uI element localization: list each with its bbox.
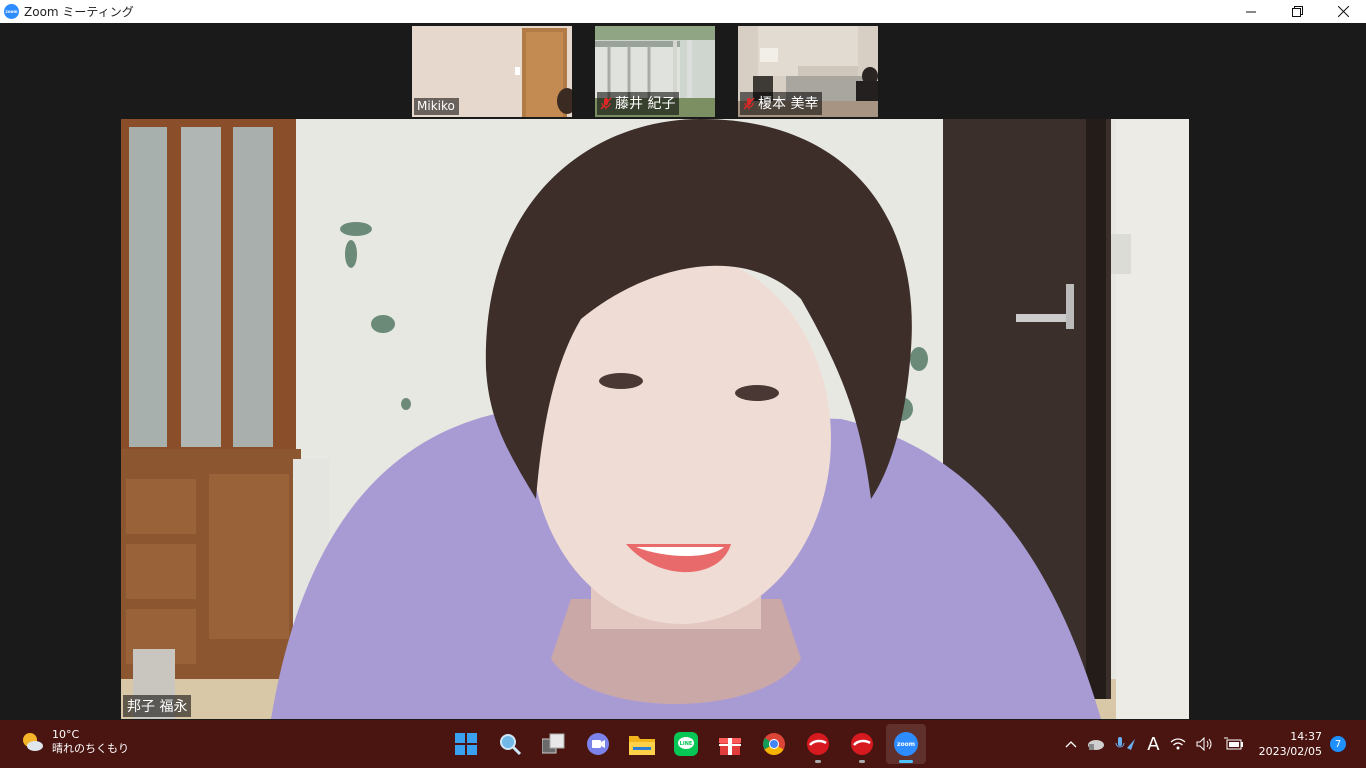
participant-video-tile[interactable]: 榎本 美幸 [738, 26, 878, 117]
notification-badge[interactable]: 7 [1330, 736, 1346, 752]
file-explorer-icon [629, 736, 655, 755]
close-button[interactable] [1320, 0, 1366, 23]
participant-name: 藤井 紀子 [615, 96, 676, 112]
chevron-up-icon [1065, 741, 1077, 748]
search-icon [500, 734, 522, 756]
system-tray: A 14:37 2023/02/05 7 [1060, 720, 1366, 768]
window-controls [1228, 0, 1366, 23]
active-speaker-video[interactable]: 邦子 福永 [121, 119, 1189, 719]
participant-name-tag: Mikiko [414, 98, 459, 115]
chat-icon [587, 733, 609, 755]
partly-cloudy-icon [23, 733, 43, 751]
minimize-button[interactable] [1228, 0, 1274, 23]
running-indicator [815, 760, 821, 763]
weather-widget[interactable]: 10°C 晴れのちくもり [20, 728, 129, 756]
weather-desc: 晴れのちくもり [52, 742, 129, 755]
svg-text:zoom: zoom [897, 741, 915, 748]
participant-video-tile[interactable]: Mikiko [412, 26, 572, 117]
zoom-app-icon: zoom [4, 4, 19, 19]
taskbar-apps: LINE zoom [446, 724, 930, 764]
file-explorer-button[interactable] [622, 724, 662, 764]
search-button[interactable] [490, 724, 530, 764]
svg-text:LINE: LINE [680, 741, 693, 747]
participant-name-tag: 榎本 美幸 [740, 92, 823, 115]
weather-temp: 10°C [52, 728, 80, 741]
trend-micro-icon [807, 733, 829, 755]
clock-time: 14:37 [1290, 730, 1322, 743]
meeting-stage: Mikiko 藤井 紀子 榎本 美幸 邦子 福永 [0, 23, 1366, 720]
task-view-button[interactable] [534, 724, 574, 764]
network-button[interactable] [1170, 738, 1186, 750]
speaker-video [121, 119, 1189, 719]
trend-micro-icon [851, 733, 873, 755]
close-icon [1337, 6, 1349, 17]
title-bar: zoom Zoom ミーティング [0, 0, 1366, 23]
running-indicator [859, 760, 865, 763]
minimize-icon [1246, 11, 1256, 12]
ime-mode-label: A [1147, 733, 1160, 755]
speaker-name-tag: 邦子 福永 [123, 695, 192, 717]
trend-micro-button[interactable] [798, 724, 838, 764]
participant-video-tile[interactable]: 藤井 紀子 [595, 26, 715, 117]
speaker-name: 邦子 福永 [127, 699, 188, 715]
participant-name-tag: 藤井 紀子 [597, 92, 680, 115]
mic-muted-icon [600, 97, 612, 109]
speaker-icon [1196, 737, 1212, 751]
clock-date: 2023/02/05 [1258, 745, 1322, 758]
cloud-icon [1088, 740, 1105, 750]
onedrive-tray-button[interactable] [1087, 737, 1105, 751]
gift-app-button[interactable] [710, 724, 750, 764]
gift-icon [719, 738, 741, 755]
clock-button[interactable]: 14:37 2023/02/05 [1259, 729, 1322, 759]
zoom-icon: zoom [894, 732, 918, 756]
window-title: Zoom ミーティング [24, 5, 134, 19]
battery-plug-icon [1223, 737, 1243, 750]
participant-name: 榎本 美幸 [758, 96, 819, 112]
mic-muted-icon [743, 97, 755, 109]
wifi-icon [1170, 738, 1186, 750]
chrome-icon [763, 733, 785, 755]
line-button[interactable]: LINE [666, 724, 706, 764]
chrome-button[interactable] [754, 724, 794, 764]
battery-button[interactable] [1223, 737, 1244, 751]
restore-button[interactable] [1274, 0, 1320, 23]
taskbar: 10°C 晴れのちくもり LINE zoom A 14:37 2023/02/0… [0, 720, 1366, 768]
windows-start-icon [455, 733, 477, 755]
restore-icon [1291, 6, 1303, 17]
ime-mode-button[interactable]: A [1147, 734, 1159, 755]
trend-micro-button[interactable] [842, 724, 882, 764]
task-view-icon [542, 733, 565, 754]
volume-button[interactable] [1196, 737, 1214, 751]
mic-tray-button[interactable] [1115, 736, 1137, 752]
microphone-icon [1115, 737, 1136, 750]
running-indicator [899, 760, 913, 763]
show-hidden-icons-button[interactable] [1065, 740, 1077, 748]
start-button[interactable] [446, 724, 486, 764]
line-icon: LINE [674, 732, 698, 756]
participant-name: Mikiko [417, 99, 455, 113]
zoom-taskbar-button[interactable]: zoom [886, 724, 926, 764]
teams-chat-button[interactable] [578, 724, 618, 764]
